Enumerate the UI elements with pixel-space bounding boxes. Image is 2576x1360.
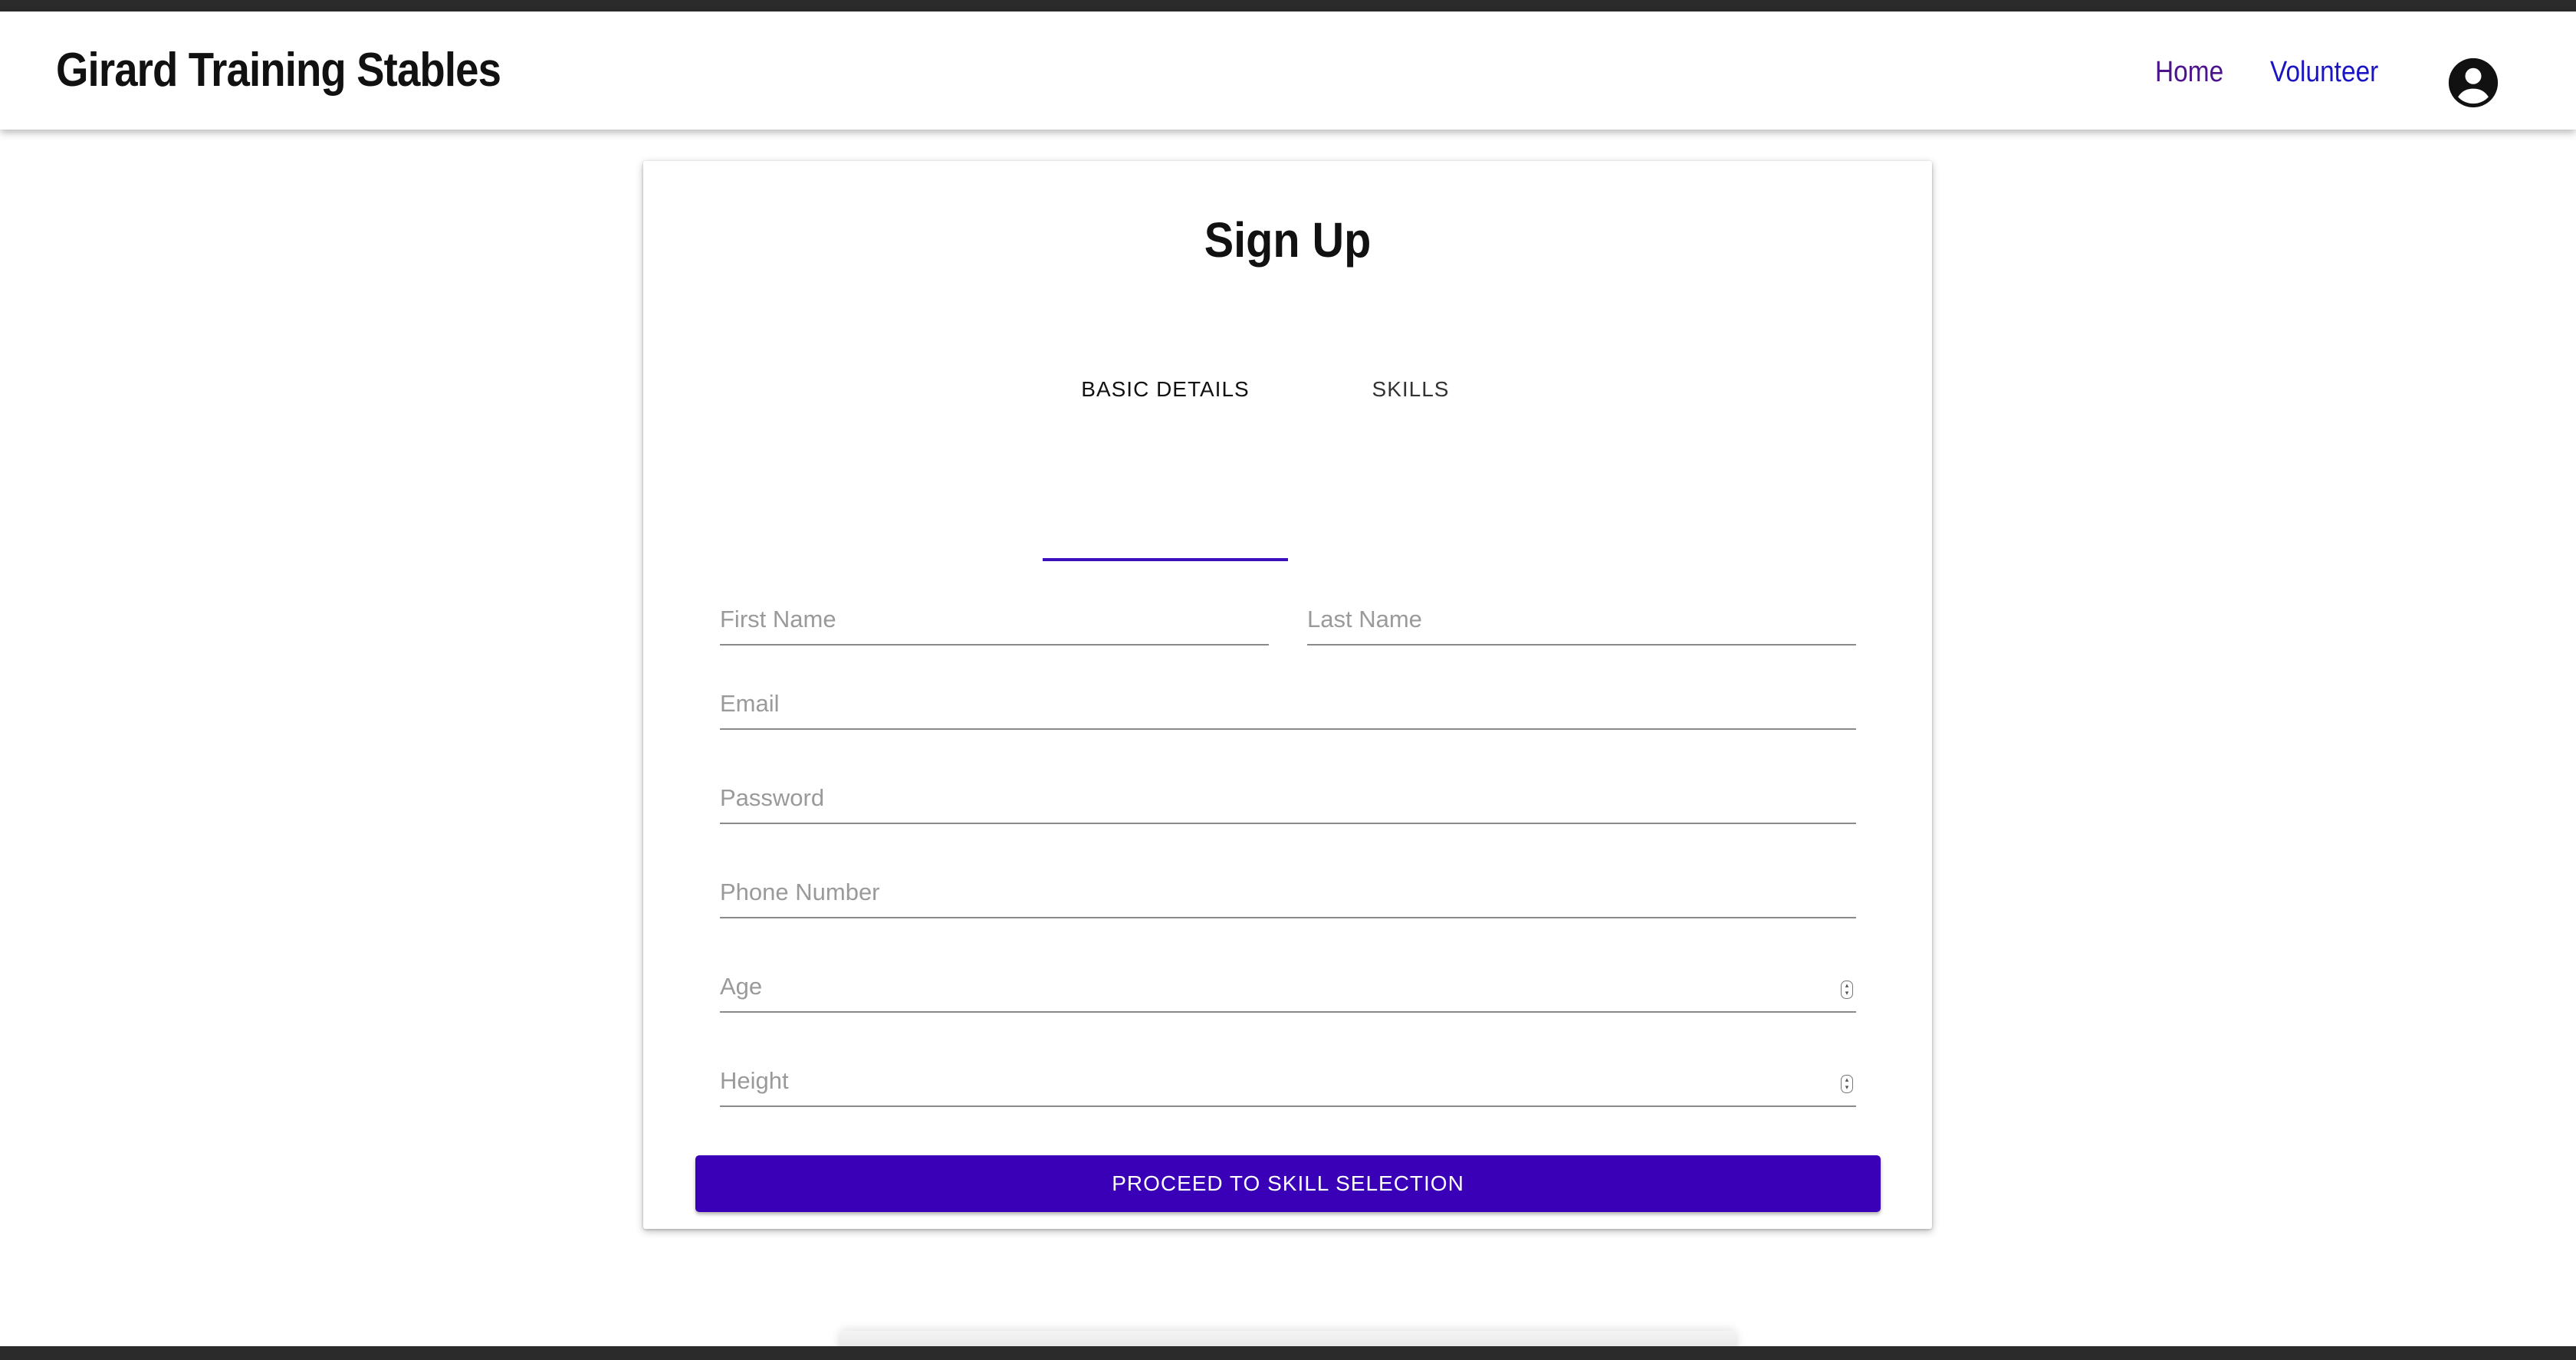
- height-field: ▴▾: [720, 1059, 1856, 1107]
- email-field: [720, 682, 1856, 730]
- app-bar: Girard Training Stables Home Volunteer: [0, 11, 2576, 130]
- account-circle-icon[interactable]: [2446, 56, 2500, 110]
- proceed-to-skill-selection-button[interactable]: PROCEED TO SKILL SELECTION: [695, 1155, 1881, 1212]
- password-input[interactable]: [720, 777, 1856, 820]
- tab-basic-details[interactable]: BASIC DETAILS: [1043, 353, 1288, 426]
- age-field: ▴▾: [720, 965, 1856, 1013]
- phone-field: [720, 871, 1856, 918]
- password-field: [720, 777, 1856, 824]
- window-top-strip: [0, 0, 2576, 11]
- last-name-field: [1307, 598, 1856, 646]
- number-spinner-icon[interactable]: ▴ ▾: [1841, 1075, 1853, 1093]
- last-name-input[interactable]: [1307, 598, 1856, 641]
- nav-volunteer-link[interactable]: Volunteer: [2270, 56, 2378, 89]
- brand-title: Girard Training Stables: [56, 44, 501, 97]
- phone-input[interactable]: [720, 871, 1856, 914]
- number-spinner-icon[interactable]: ▴ ▾: [1841, 981, 1853, 999]
- first-name-input[interactable]: [720, 598, 1269, 641]
- active-tab-indicator: [1043, 558, 1288, 561]
- height-input[interactable]: [720, 1059, 1856, 1102]
- signup-card: Sign Up BASIC DETAILS SKILLS ▴▾ ▴▾ PROCE…: [643, 161, 1932, 1229]
- age-input[interactable]: [720, 965, 1856, 1008]
- nav-home-link[interactable]: Home: [2155, 56, 2223, 89]
- tab-skills[interactable]: SKILLS: [1288, 353, 1533, 426]
- signup-title: Sign Up: [1204, 212, 1372, 268]
- first-name-field: [720, 598, 1269, 646]
- window-bottom-strip: [0, 1346, 2576, 1360]
- email-input[interactable]: [720, 682, 1856, 725]
